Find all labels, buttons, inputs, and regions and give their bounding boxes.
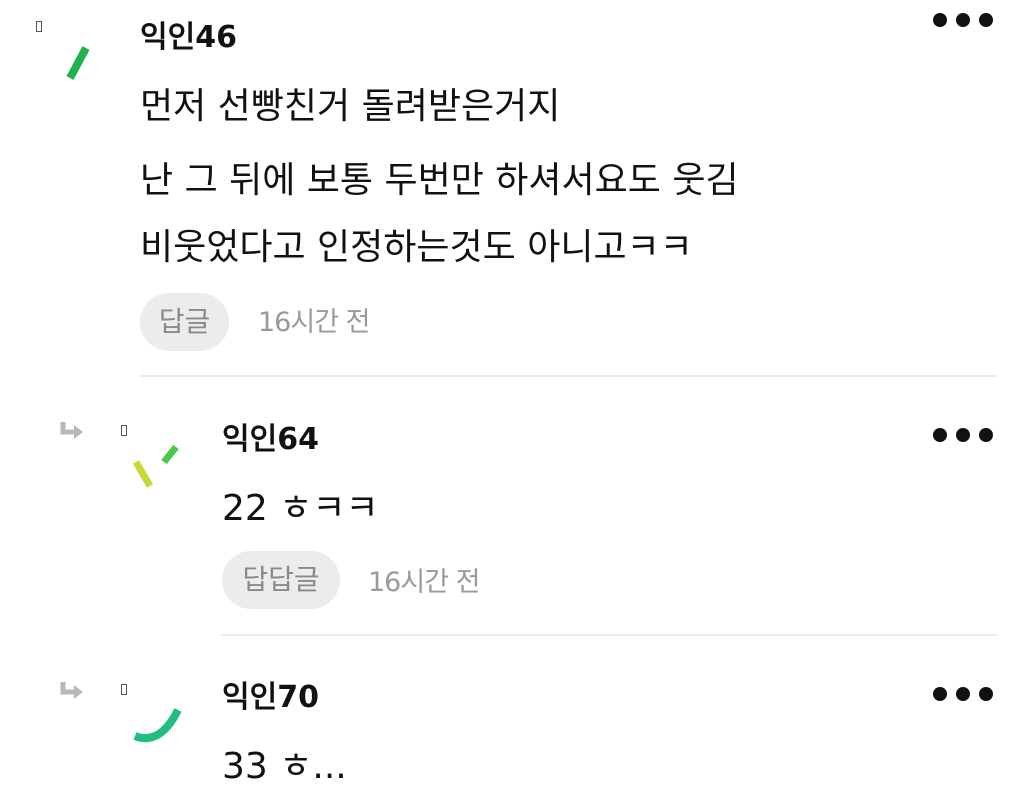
avatar[interactable]	[130, 440, 186, 492]
comment-text-line: 난 그 뒤에 보통 두번만 하셔서요도 웃김	[140, 160, 739, 201]
reply-arrow-icon	[60, 420, 86, 446]
avatar[interactable]	[58, 40, 98, 86]
timestamp: 16시간 전	[258, 307, 370, 338]
reply-button[interactable]: 답답글	[222, 551, 340, 609]
more-dots-icon	[933, 13, 947, 27]
comment-text-line: 22 ㅎㅋㅋ	[222, 488, 379, 529]
comment-text-line: 먼저 선빵친거 돌려받은거지	[140, 86, 561, 127]
broken-image-icon	[36, 21, 42, 32]
avatar[interactable]	[130, 700, 186, 748]
reply-button[interactable]: 답글	[140, 293, 229, 351]
divider	[140, 375, 997, 377]
confetti-icon	[132, 444, 179, 488]
reply-arrow-icon	[60, 680, 86, 706]
more-dots-icon	[933, 687, 947, 701]
divider	[222, 634, 997, 636]
comment-text-line: 비웃었다고 인정하는것도 아니고ㅋㅋ	[140, 227, 693, 268]
author-name[interactable]: 익인46	[140, 20, 237, 56]
comment-text-line: 33 ㅎ...	[222, 746, 347, 787]
author-name[interactable]: 익인64	[222, 422, 319, 458]
more-options-button[interactable]	[933, 8, 993, 32]
more-options-button[interactable]	[933, 682, 993, 706]
more-dots-icon	[933, 428, 947, 442]
green-dash-icon	[66, 46, 90, 80]
more-options-button[interactable]	[933, 423, 993, 447]
timestamp: 16시간 전	[368, 567, 480, 598]
broken-image-icon	[121, 425, 127, 436]
broken-image-icon	[121, 684, 127, 695]
arc-icon	[133, 708, 182, 743]
author-name[interactable]: 익인70	[222, 680, 319, 716]
